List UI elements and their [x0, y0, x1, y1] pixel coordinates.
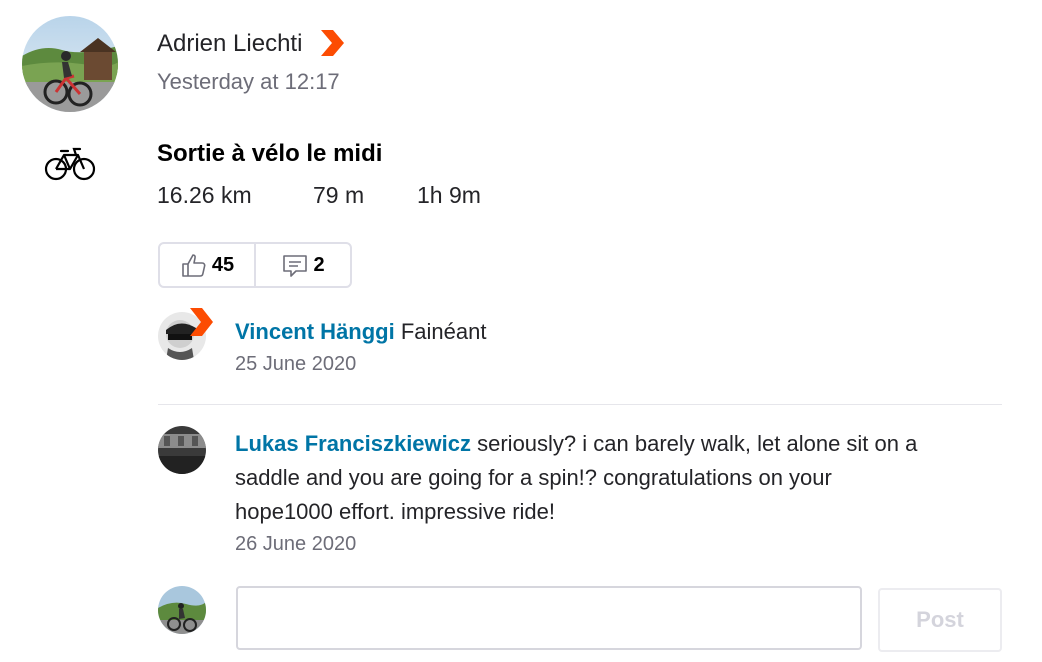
comment-button[interactable]: 2 — [254, 244, 350, 286]
comment-date: 26 June 2020 — [235, 533, 357, 555]
kudos-button[interactable]: 45 — [160, 244, 254, 286]
stat-moving-time: 1h 9m — [417, 182, 481, 208]
stat-distance: 16.26 km — [157, 182, 252, 208]
comment-icon — [283, 255, 308, 277]
current-user-avatar — [158, 586, 206, 634]
subscriber-badge-icon — [319, 29, 345, 57]
thumbs-up-icon — [182, 254, 206, 277]
bicycle-icon — [44, 145, 96, 183]
athlete-name-text[interactable]: Adrien Liechti — [157, 30, 302, 57]
athlete-name[interactable]: Adrien Liechti — [157, 28, 345, 60]
comment: Vincent Hänggi Fainéant — [235, 315, 486, 349]
divider — [158, 404, 1002, 405]
post-button[interactable]: Post — [878, 588, 1002, 652]
comment: Lukas Franciszkiewicz seriously? i can b… — [235, 427, 1015, 529]
athlete-avatar[interactable] — [22, 16, 118, 112]
comment-count: 2 — [313, 253, 325, 276]
comment-date: 25 June 2020 — [235, 353, 357, 375]
activity-title[interactable]: Sortie à vélo le midi — [157, 138, 382, 170]
comment-text-line: hope1000 effort. impressive ride! — [235, 499, 555, 524]
comment-author[interactable]: Vincent Hänggi — [235, 319, 395, 344]
kudos-count: 45 — [211, 253, 235, 276]
commenter-subscriber-badge-icon — [188, 307, 214, 337]
stat-elevation: 79 m — [313, 182, 365, 208]
activity-timestamp: Yesterday at 12:17 — [157, 69, 340, 94]
activity-actions: 45 2 — [158, 242, 352, 288]
comment-input[interactable] — [236, 586, 862, 650]
comment-text: Fainéant — [400, 319, 487, 344]
comment-author[interactable]: Lukas Franciszkiewicz — [235, 431, 471, 456]
commenter-avatar[interactable] — [158, 426, 206, 474]
comment-text-line: saddle and you are going for a spin!? co… — [235, 465, 832, 490]
activity-stats: 16.26 km 79 m 1h 9m — [157, 180, 481, 210]
comment-text-line: seriously? i can barely walk, let alone … — [477, 431, 918, 456]
